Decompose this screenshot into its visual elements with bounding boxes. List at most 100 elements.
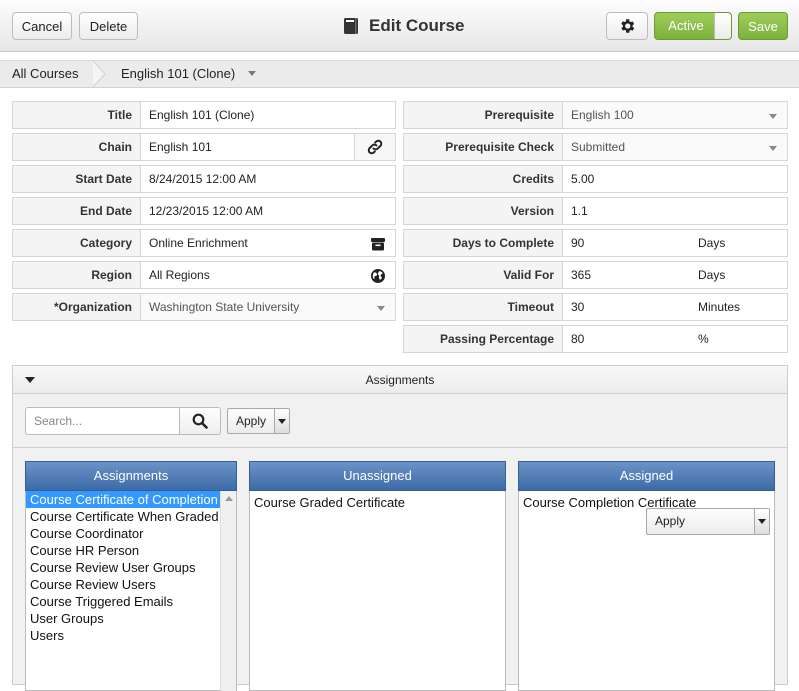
days-to-complete-input[interactable]: 90 <box>563 229 690 257</box>
dropdown-button[interactable] <box>274 409 289 433</box>
assigned-apply-select[interactable]: Apply <box>646 508 770 535</box>
end-date-input[interactable]: 12/23/2015 12:00 AM <box>141 197 396 225</box>
breadcrumb-separator <box>92 61 106 87</box>
list-item[interactable]: Course HR Person <box>26 542 220 559</box>
top-toolbar: Cancel Delete Edit Course Active Save <box>0 0 799 52</box>
active-toggle-label: Active <box>668 18 704 33</box>
list-item[interactable]: Course Coordinator <box>26 525 220 542</box>
prerequisite-check-select[interactable]: Submitted <box>563 133 788 161</box>
credits-input[interactable]: 5.00 <box>563 165 788 193</box>
assignments-column: Assignments Course Certificate of Comple… <box>25 461 237 691</box>
timeout-unit: Minutes <box>689 293 788 321</box>
page-title: Edit Course <box>343 14 464 38</box>
list-item[interactable]: Course Certificate When Graded <box>26 508 220 525</box>
unassigned-column: Unassigned Course Graded Certificate <box>249 461 506 691</box>
prerequisite-check-label: Prerequisite Check <box>403 133 563 161</box>
active-toggle[interactable]: Active <box>654 12 732 40</box>
title-input[interactable]: English 101 (Clone) <box>141 101 396 129</box>
version-row: Version 1.1 <box>403 197 788 225</box>
dropdown-button[interactable] <box>754 509 769 534</box>
archive-icon[interactable] <box>370 236 386 252</box>
start-date-input[interactable]: 8/24/2015 12:00 AM <box>141 165 396 193</box>
chevron-down-icon <box>758 519 766 524</box>
prerequisite-check-row: Prerequisite Check Submitted <box>403 133 788 161</box>
passing-percentage-label: Passing Percentage <box>403 325 563 353</box>
days-to-complete-unit: Days <box>689 229 788 257</box>
unassigned-column-header: Unassigned <box>249 461 506 491</box>
category-input[interactable]: Online Enrichment <box>141 229 396 257</box>
passing-percentage-input[interactable]: 80 <box>563 325 690 353</box>
cancel-button[interactable]: Cancel <box>12 12 72 40</box>
list-item[interactable]: Course Graded Certificate <box>254 495 405 510</box>
valid-for-input[interactable]: 365 <box>563 261 690 289</box>
search-button[interactable] <box>179 407 221 435</box>
valid-for-row: Valid For 365 Days <box>403 261 788 289</box>
start-date-label: Start Date <box>12 165 141 193</box>
prerequisite-label: Prerequisite <box>403 101 563 129</box>
version-input[interactable]: 1.1 <box>563 197 788 225</box>
chain-label: Chain <box>12 133 141 161</box>
category-value: Online Enrichment <box>149 236 248 250</box>
breadcrumb: All Courses English 101 (Clone) <box>0 60 799 88</box>
gear-icon <box>621 19 635 33</box>
assignments-panel-title: Assignments <box>365 373 435 387</box>
prerequisite-select[interactable]: English 100 <box>563 101 788 129</box>
region-label: Region <box>12 261 141 289</box>
organization-select[interactable]: Washington State University <box>141 293 396 321</box>
delete-button[interactable]: Delete <box>79 12 138 40</box>
list-item[interactable]: Course Certificate of Completion <box>26 491 220 508</box>
scrollbar[interactable] <box>220 491 236 691</box>
prerequisite-row: Prerequisite English 100 <box>403 101 788 129</box>
days-to-complete-row: Days to Complete 90 Days <box>403 229 788 257</box>
timeout-input[interactable]: 30 <box>563 293 690 321</box>
assigned-column-header: Assigned <box>518 461 775 491</box>
list-item[interactable]: User Groups <box>26 610 220 627</box>
organization-value: Washington State University <box>149 300 300 314</box>
chain-row: Chain English 101 <box>12 133 396 161</box>
chain-input[interactable]: English 101 <box>141 133 355 161</box>
version-label: Version <box>403 197 563 225</box>
title-label: Title <box>12 101 141 129</box>
save-button[interactable]: Save <box>738 12 788 40</box>
list-item[interactable]: Course Review User Groups <box>26 559 220 576</box>
toggle-knob[interactable] <box>714 13 731 39</box>
assignments-panel: Assignments Apply Assignments Course Cer… <box>12 365 788 691</box>
apply-select[interactable]: Apply <box>227 408 290 434</box>
prerequisite-check-value: Submitted <box>571 140 626 154</box>
assignments-column-header: Assignments <box>25 461 237 491</box>
assigned-apply-value: Apply <box>655 514 686 528</box>
organization-label: *Organization <box>12 293 141 321</box>
search-icon <box>192 413 208 429</box>
assignments-panel-header[interactable]: Assignments <box>13 366 787 394</box>
prerequisite-value: English 100 <box>571 108 634 122</box>
scroll-up-icon[interactable] <box>225 496 233 501</box>
region-input[interactable]: All Regions <box>141 261 396 289</box>
page-title-text: Edit Course <box>369 16 465 35</box>
search-input[interactable] <box>25 407 180 435</box>
title-row: Title English 101 (Clone) <box>12 101 396 129</box>
timeout-row: Timeout 30 Minutes <box>403 293 788 321</box>
region-value: All Regions <box>149 268 210 282</box>
settings-button[interactable] <box>606 12 648 40</box>
valid-for-unit: Days <box>689 261 788 289</box>
start-date-row: Start Date 8/24/2015 12:00 AM <box>12 165 396 193</box>
timeout-label: Timeout <box>403 293 563 321</box>
assigned-column: Assigned Course Completion Certificate A… <box>518 461 775 691</box>
days-to-complete-label: Days to Complete <box>403 229 563 257</box>
list-item[interactable]: Users <box>26 627 220 644</box>
chain-link-button[interactable] <box>354 133 396 161</box>
globe-icon[interactable] <box>370 268 386 284</box>
list-item[interactable]: Course Review Users <box>26 576 220 593</box>
end-date-label: End Date <box>12 197 141 225</box>
breadcrumb-all-courses[interactable]: All Courses <box>12 61 78 87</box>
credits-row: Credits 5.00 <box>403 165 788 193</box>
valid-for-label: Valid For <box>403 261 563 289</box>
chevron-down-icon[interactable] <box>248 71 256 76</box>
breadcrumb-current[interactable]: English 101 (Clone) <box>121 61 235 87</box>
chevron-down-icon <box>377 306 385 311</box>
category-label: Category <box>12 229 141 257</box>
passing-percentage-row: Passing Percentage 80 % <box>403 325 788 353</box>
list-item[interactable]: Course Triggered Emails <box>26 593 220 610</box>
passing-percentage-unit: % <box>689 325 788 353</box>
assignments-list[interactable]: Course Certificate of Completion Course … <box>26 491 220 644</box>
